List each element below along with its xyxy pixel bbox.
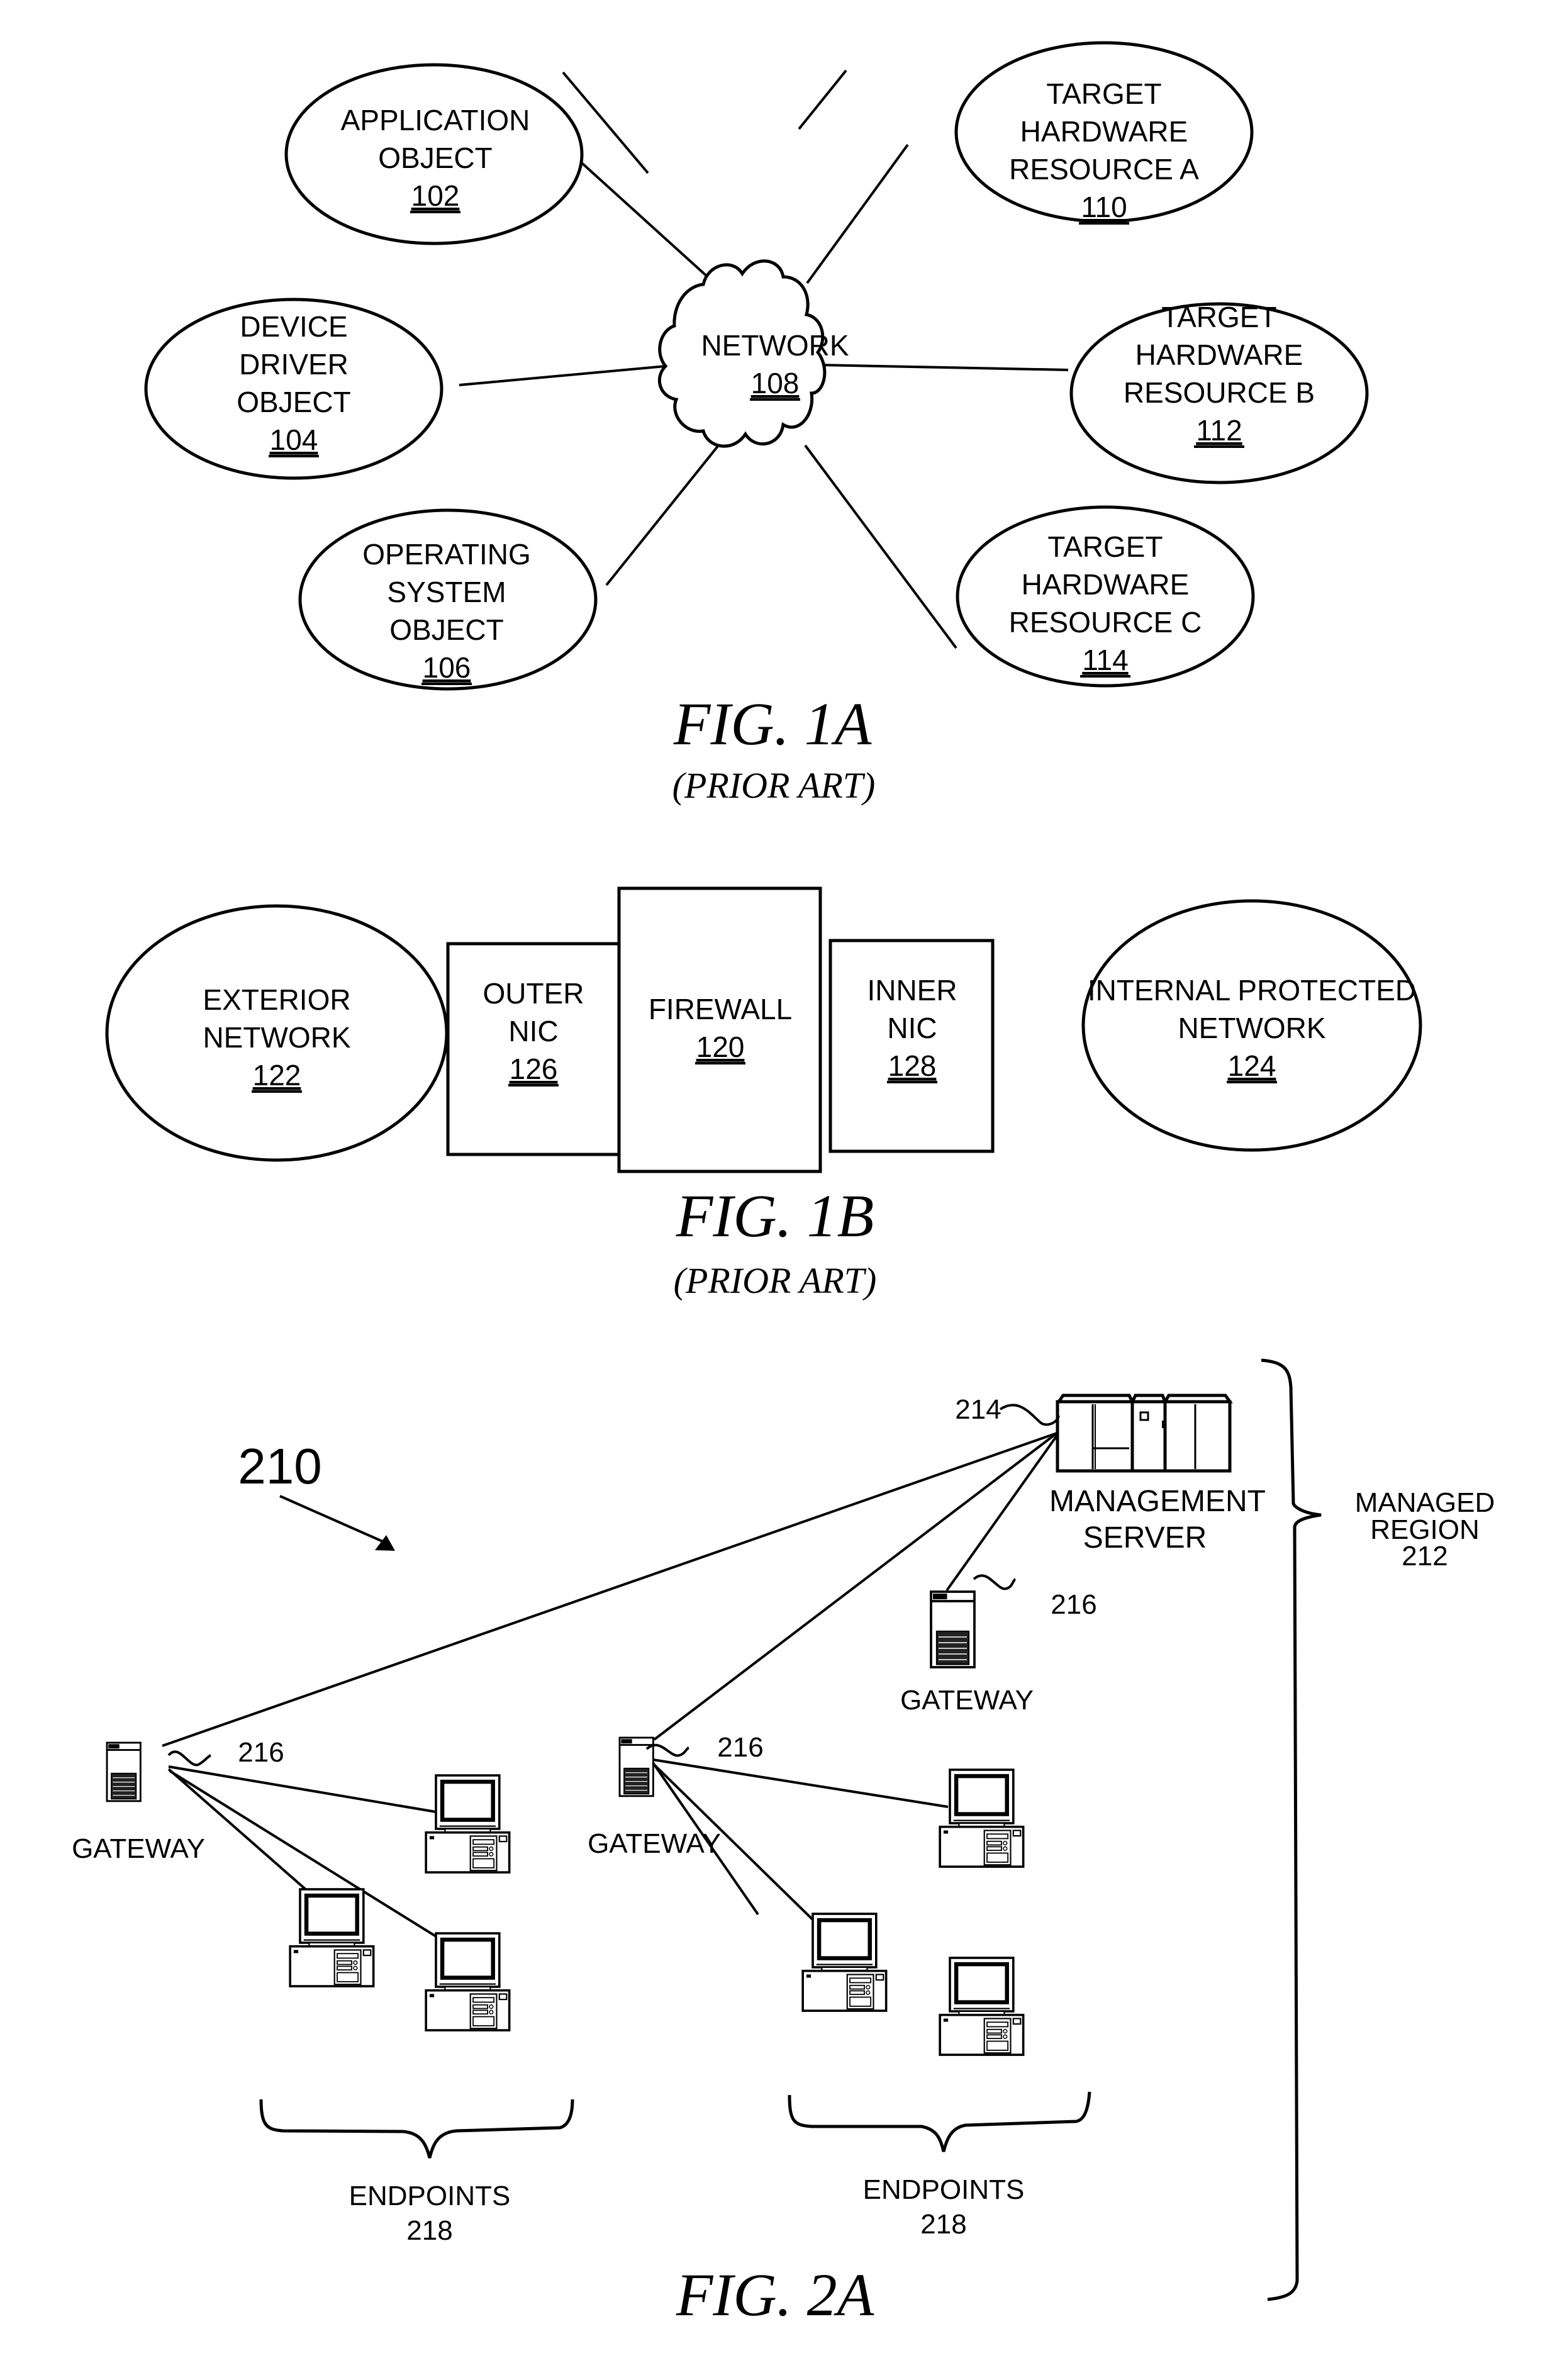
target-hardware-resource-a-label: HARDWARE — [1020, 115, 1188, 148]
fig-1a-subcaption: (PRIOR ART) — [672, 765, 876, 806]
leader-line-216 — [167, 1750, 211, 1767]
fig-1a-caption: FIG. 1A — [673, 690, 872, 757]
network-ref: 108 — [751, 367, 800, 399]
node-firewall — [617, 886, 822, 1173]
application-object-ref: 102 — [411, 179, 460, 212]
target-hardware-resource-a-ref: 110 — [1081, 191, 1127, 223]
target-hardware-resource-c-label: TARGET — [1047, 530, 1163, 563]
endpoint-computer-icon — [290, 1889, 373, 1986]
link-network-resource-c — [804, 444, 957, 649]
endpoint-computer-icon — [426, 1933, 509, 2030]
link-network-resource-b — [817, 364, 1069, 371]
gateway-ref: 216 — [1051, 1589, 1096, 1620]
managed-region-brace — [1261, 1358, 1322, 2301]
endpoints-ref: 218 — [406, 2215, 452, 2246]
link-server-gateway-3 — [945, 1434, 1058, 1592]
management-server-label-2: SERVER — [1083, 1521, 1207, 1555]
fig-1b-subcaption: (PRIOR ART) — [674, 1260, 877, 1301]
operating-system-object-label: OBJECT — [389, 613, 503, 646]
link-device-driver-network — [459, 365, 666, 386]
target-hardware-resource-b-label: HARDWARE — [1135, 338, 1303, 371]
node-inner-nic — [828, 939, 995, 1153]
target-hardware-resource-a-label: TARGET — [1046, 77, 1161, 110]
fig-1b: EXTERIOR NETWORK 122 OUTER NIC 126 FIREWALL 120… — [105, 886, 1422, 1301]
diagram-canvas: APPLICATION OBJECT 102 DEVICE DRIVER OBJECT 10… — [72, 41, 1495, 2328]
link-gateway-endpoint — [652, 1758, 949, 1808]
endpoint-computer-icon — [426, 1775, 509, 1872]
endpoint-computer-icon — [940, 1958, 1023, 2055]
internal-protected-network-label: INTERNAL PROTECTED — [1088, 974, 1416, 1007]
target-hardware-resource-c-ref: 114 — [1082, 644, 1128, 676]
target-hardware-resource-b-ref: 112 — [1196, 414, 1242, 447]
device-driver-object-label: DRIVER — [239, 348, 349, 381]
leader-line-214 — [999, 1404, 1060, 1426]
internal-protected-network-ref: 124 — [1228, 1049, 1276, 1082]
gateway-ref: 216 — [717, 1732, 763, 1763]
endpoints-brace — [259, 2099, 574, 2159]
outer-nic-ref: 126 — [510, 1053, 558, 1085]
fig-2a: 210 214 MANAGEMENT SERVER 216 GATEWAY 21… — [72, 1358, 1495, 2328]
endpoints-label: ENDPOINTS — [349, 2181, 511, 2211]
exterior-network-label: EXTERIOR — [203, 983, 350, 1016]
outer-nic-label: NIC — [508, 1015, 558, 1048]
inner-nic-ref: 128 — [888, 1049, 937, 1082]
arrowhead-icon — [375, 1535, 395, 1551]
target-hardware-resource-b-label: RESOURCE B — [1124, 376, 1315, 409]
endpoints-ref: 218 — [920, 2209, 966, 2240]
system-ref-210: 210 — [238, 1438, 321, 1494]
management-server-label-1: MANAGEMENT — [1049, 1485, 1266, 1518]
operating-system-object-ref: 106 — [423, 651, 471, 684]
outer-nic-label: OUTER — [483, 977, 584, 1010]
gateway-icon — [930, 1590, 976, 1668]
endpoint-computer-icon — [940, 1770, 1023, 1867]
link-os-network — [605, 444, 720, 586]
inner-nic-label: NIC — [887, 1012, 937, 1044]
firewall-label: FIREWALL — [649, 993, 792, 1025]
firewall-ref: 120 — [696, 1031, 745, 1063]
fig-2a-caption: FIG. 2A — [676, 2261, 874, 2328]
endpoints-brace — [788, 2091, 1091, 2152]
internal-protected-network-label: NETWORK — [1178, 1012, 1325, 1044]
management-server-icon — [1056, 1394, 1233, 1473]
device-driver-object-ref: 104 — [270, 423, 318, 456]
system-ref-arrow — [279, 1495, 383, 1543]
link-network-resource-a — [806, 143, 909, 284]
target-hardware-resource-c-label: RESOURCE C — [1009, 606, 1202, 639]
managed-region-ref: 212 — [1402, 1541, 1447, 1572]
node-outer-nic — [446, 942, 621, 1156]
application-object-label: APPLICATION — [341, 104, 530, 137]
target-hardware-resource-a-label: RESOURCE A — [1009, 153, 1199, 186]
link-application-network — [562, 145, 717, 286]
leader-line-216 — [973, 1574, 1017, 1590]
target-hardware-resource-b-label: TARGET — [1161, 301, 1276, 333]
exterior-network-label: NETWORK — [203, 1021, 350, 1054]
gateway-label: GATEWAY — [72, 1833, 205, 1864]
endpoints-label: ENDPOINTS — [863, 2174, 1025, 2205]
application-object-label: OBJECT — [378, 142, 492, 174]
fig-1b-caption: FIG. 1B — [676, 1182, 874, 1249]
network-label: NETWORK — [701, 329, 849, 362]
exterior-network-ref: 122 — [253, 1059, 301, 1092]
target-hardware-resource-c-label: HARDWARE — [1022, 568, 1190, 601]
gateway-ref: 216 — [238, 1737, 284, 1768]
endpoint-computer-icon — [803, 1914, 886, 2011]
device-driver-object-label: OBJECT — [237, 386, 350, 418]
operating-system-object-label: SYSTEM — [387, 576, 506, 608]
fig-1a: APPLICATION OBJECT 102 DEVICE DRIVER OBJECT 10… — [144, 41, 1369, 806]
device-driver-object-label: DEVICE — [240, 310, 347, 343]
operating-system-object-label: OPERATING — [362, 538, 531, 571]
gateway-label: GATEWAY — [900, 1685, 1034, 1716]
gateway-icon — [106, 1741, 142, 1802]
management-server-ref: 214 — [955, 1394, 1001, 1425]
managed-region-label-1: MANAGED — [1355, 1487, 1495, 1518]
inner-nic-label: INNER — [867, 974, 957, 1007]
